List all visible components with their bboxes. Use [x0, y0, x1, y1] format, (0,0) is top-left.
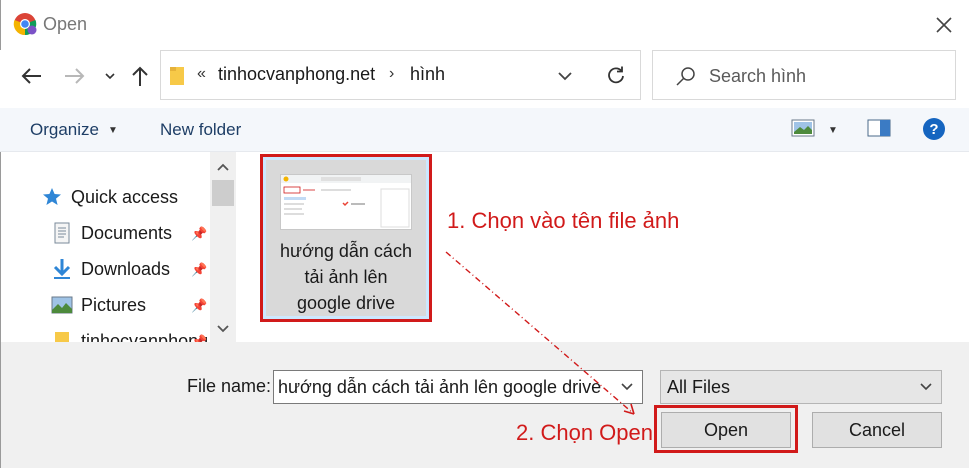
caret-down-icon[interactable]: ▼ — [828, 125, 838, 136]
sidebar-item-label: tinhocvanphong — [81, 330, 209, 343]
sidebar-item-label: Quick access — [71, 186, 179, 207]
chevron-down-icon[interactable] — [557, 70, 573, 82]
file-name-combobox[interactable] — [273, 370, 643, 404]
open-button[interactable]: Open — [661, 412, 791, 448]
arrow-up-icon — [132, 66, 148, 86]
sidebar-item-label: Pictures — [81, 294, 147, 315]
file-name-line: hướng dẫn cách — [280, 241, 412, 261]
forward-button[interactable] — [62, 62, 88, 90]
download-icon — [51, 258, 73, 280]
sidebar-item-label: Downloads — [81, 258, 171, 279]
annotation-step-2: 2. Chọn Open — [516, 420, 653, 445]
file-type-value: All Files — [667, 377, 731, 397]
file-name-label: File name: — [187, 376, 272, 396]
view-options-icon[interactable] — [791, 118, 815, 138]
star-icon — [41, 186, 63, 208]
file-list: hướng dẫn cách tải ảnh lên google drive — [236, 152, 969, 342]
scroll-down-button[interactable] — [210, 318, 236, 340]
preview-pane-icon[interactable] — [867, 118, 891, 138]
chevron-down-icon[interactable] — [620, 380, 634, 394]
up-button[interactable] — [128, 62, 152, 90]
window-title: Open — [43, 14, 88, 34]
scroll-thumb[interactable] — [212, 180, 234, 206]
pin-icon: 📌 — [191, 262, 208, 277]
folder-icon — [51, 330, 73, 342]
chevron-up-icon — [217, 163, 229, 171]
sidebar-item-tinhocvanphong[interactable]: tinhocvanphong — [51, 326, 208, 342]
search-input[interactable] — [709, 63, 939, 89]
sidebar-item-pictures[interactable]: Pictures — [51, 290, 146, 320]
close-icon[interactable] — [931, 12, 957, 38]
sidebar-item-label: Documents — [81, 222, 173, 243]
address-bar[interactable]: « tinhocvanphong.net › hình — [160, 50, 592, 100]
sidebar-item-downloads[interactable]: Downloads — [51, 254, 170, 284]
pin-icon: 📌 — [191, 298, 208, 313]
pictures-icon — [51, 294, 73, 316]
scroll-up-button[interactable] — [210, 156, 236, 178]
file-name-input[interactable] — [278, 375, 608, 399]
refresh-button[interactable] — [591, 50, 641, 100]
sidebar-scrollbar[interactable] — [210, 152, 236, 342]
file-type-select[interactable]: All Files — [660, 370, 942, 404]
back-button[interactable] — [18, 62, 44, 90]
file-item[interactable]: hướng dẫn cách tải ảnh lên google drive — [260, 154, 432, 322]
arrow-right-icon — [65, 68, 85, 84]
dialog-footer — [0, 342, 969, 468]
file-name-line: google drive — [296, 293, 396, 313]
svg-text:?: ? — [929, 121, 938, 138]
folder-icon — [170, 67, 184, 85]
overflow-chevron[interactable]: « — [197, 65, 206, 83]
help-icon[interactable]: ? — [922, 117, 946, 141]
organize-button[interactable]: Organize — [30, 120, 99, 140]
caret-down-icon[interactable]: ▼ — [108, 125, 118, 136]
new-folder-button[interactable]: New folder — [160, 120, 241, 140]
file-name-label: hướng dẫn cách tải ảnh lên google drive — [266, 238, 426, 316]
breadcrumb-segment[interactable]: tinhocvanphong.net — [218, 64, 375, 85]
breadcrumb-separator[interactable]: › — [389, 65, 394, 83]
command-bar: Organize ▼ New folder ▼ ? — [0, 108, 969, 152]
chrome-icon — [13, 13, 37, 36]
cancel-button[interactable]: Cancel — [812, 412, 942, 448]
chevron-down-icon — [920, 383, 932, 391]
navigation-pane: Quick access Documents 📌 Downloads 📌 Pic… — [0, 152, 236, 342]
pin-icon: 📌 — [191, 226, 208, 241]
annotation-step-1: 1. Chọn vào tên file ảnh — [447, 208, 680, 233]
arrow-left-icon — [21, 68, 41, 84]
breadcrumb-segment[interactable]: hình — [410, 64, 445, 85]
documents-icon — [51, 222, 73, 244]
title-bar: Open — [0, 0, 969, 50]
file-name-line: tải ảnh lên — [304, 267, 388, 287]
refresh-icon — [607, 66, 624, 84]
sidebar-item-documents[interactable]: Documents — [51, 218, 172, 248]
search-icon — [676, 67, 695, 86]
chevron-down-icon — [217, 325, 229, 333]
sidebar-item-quick-access[interactable]: Quick access — [41, 182, 178, 212]
search-box[interactable] — [652, 50, 956, 100]
chevron-down-icon — [105, 73, 115, 80]
file-thumbnail — [280, 174, 412, 230]
pin-icon: 📌 — [191, 334, 208, 342]
recent-locations-button[interactable] — [102, 62, 118, 90]
